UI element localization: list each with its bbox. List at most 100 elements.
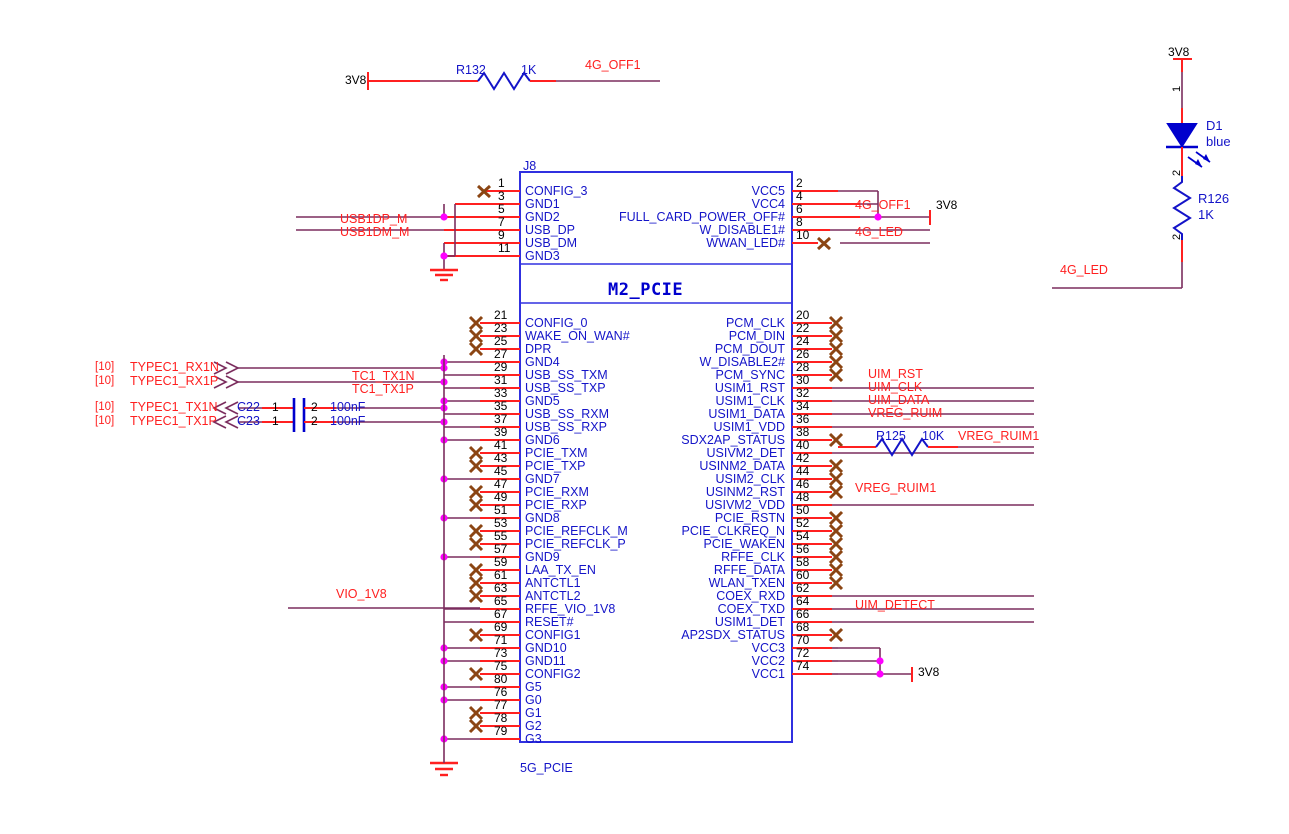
pin-name-g2: G2 [525, 719, 542, 733]
pin-number-56: 56 [796, 542, 810, 556]
pin-number-64: 64 [796, 594, 810, 608]
diode-pin1-number: 1 [1171, 85, 1183, 92]
pin-name-pcm-sync: PCM_SYNC [715, 368, 785, 382]
pin-name-wlan-txen: WLAN_TXEN [708, 576, 785, 590]
cap-value-c22: 100nF [330, 400, 366, 414]
pin-name-usivm2-vdd: USIVM2_VDD [705, 498, 785, 512]
pin-name-rffe-data: RFFE_DATA [713, 563, 785, 577]
pin-number-47: 47 [494, 477, 508, 491]
pin-number-41: 41 [494, 438, 508, 452]
pin-number-73: 73 [494, 646, 508, 660]
pin-name-full-card-power-off-: FULL_CARD_POWER_OFF# [618, 210, 785, 224]
pin-number-1: 1 [498, 176, 505, 190]
power-label-3v8-top-right: 3V8 [936, 198, 958, 212]
pin-number-34: 34 [796, 399, 810, 413]
pin-name-rffe-clk: RFFE_CLK [721, 550, 785, 564]
net-label-typec1_tx1n: TYPEC1_TX1N [130, 400, 218, 414]
pin-number-52: 52 [796, 516, 810, 530]
pin-name-vcc4: VCC4 [751, 197, 785, 211]
net-label-4g-off1-right: 4G_OFF1 [855, 198, 911, 212]
schematic-sheet: 3V8 R132 1K 4G_OFF1 3V8 1 2 D1 blue R126… [0, 0, 1289, 834]
pin-name-pcm-din: PCM_DIN [728, 329, 785, 343]
net-label-uim-data: UIM_DATA [868, 393, 930, 407]
pin-number-61: 61 [494, 568, 508, 582]
pins-left [440, 315, 520, 743]
diode-pin2-number: 2 [1171, 169, 1183, 176]
pin-number-27: 27 [494, 347, 508, 361]
power-label-3v8-led: 3V8 [1168, 45, 1190, 59]
pin-number-58: 58 [796, 555, 810, 569]
pin-number-67: 67 [494, 607, 508, 621]
pin-name-pcie-waken: PCIE_WAKEN [703, 537, 785, 551]
pin-number-20: 20 [796, 308, 810, 322]
net-label-vio-1v8: VIO_1V8 [336, 587, 387, 601]
pin-number-75: 75 [494, 659, 508, 673]
pin-name-sdx2ap-status: SDX2AP_STATUS [681, 433, 785, 447]
circuit-r132 [367, 71, 660, 91]
cap-pin2-c23: 2 [311, 414, 318, 428]
pin-name-usim1-clk: USIM1_CLK [715, 394, 785, 408]
pin-number-39: 39 [494, 425, 508, 439]
pin-number-68: 68 [796, 620, 810, 634]
pin-number-65: 65 [494, 594, 508, 608]
pin-number-25: 25 [494, 334, 508, 348]
pin-number-59: 59 [494, 555, 508, 569]
pin-number-6: 6 [796, 202, 803, 216]
pin-number-40: 40 [796, 438, 810, 452]
net-label-vreg-ruim1-b: VREG_RUIM1 [855, 481, 937, 495]
pin-number-32: 32 [796, 386, 810, 400]
pin-name-usivm2-det: USIVM2_DET [706, 446, 786, 460]
pin-number-43: 43 [494, 451, 508, 465]
net-label-4g-off1-top: 4G_OFF1 [585, 58, 641, 72]
pin-name-usim1-vdd: USIM1_VDD [713, 420, 785, 434]
pin-number-9: 9 [498, 228, 505, 242]
ground-bus-left [430, 355, 458, 777]
pin-name-pcie-rstn: PCIE_RSTN [714, 511, 785, 525]
pin-number-10: 10 [796, 228, 810, 242]
pin-name-usim1-rst: USIM1_RST [714, 381, 785, 395]
pin-number-46: 46 [796, 477, 810, 491]
net-label-tc1-tx1p: TC1_TX1P [352, 382, 414, 396]
pin-number-50: 50 [796, 503, 810, 517]
pin-name-vcc3: VCC3 [751, 641, 785, 655]
net-label-4g-led-right: 4G_LED [1060, 263, 1108, 277]
diode-ref-d1: D1 [1206, 118, 1223, 133]
pin-name-w-disable1-: W_DISABLE1# [699, 223, 785, 237]
pin-name-usinm2-rst: USINM2_RST [705, 485, 785, 499]
pin-number-11: 11 [498, 241, 511, 255]
pin-number-7: 7 [498, 215, 505, 229]
pin-number-70: 70 [796, 633, 810, 647]
resistor-pin2-number: 2 [1171, 233, 1183, 240]
pin-number-78: 78 [494, 711, 508, 725]
pin-number-28: 28 [796, 360, 810, 374]
pin-number-45: 45 [494, 464, 508, 478]
offsheet-tag-2: [10] [95, 401, 115, 413]
power-label-3v8-bottom: 3V8 [918, 665, 940, 679]
pin-number-38: 38 [796, 425, 810, 439]
pin-name-vcc5: VCC5 [751, 184, 785, 198]
pin-name-coex-txd: COEX_TXD [717, 602, 785, 616]
pin-number-33: 33 [494, 386, 508, 400]
pin-number-80: 80 [494, 672, 508, 686]
pin-number-53: 53 [494, 516, 508, 530]
pin-number-42: 42 [796, 451, 810, 465]
pin-number-24: 24 [796, 334, 810, 348]
pin-name-g5: G5 [525, 680, 542, 694]
pin-number-62: 62 [796, 581, 810, 595]
pin-number-76: 76 [494, 685, 508, 699]
resistor-value-r126: 1K [1198, 207, 1214, 222]
resistor-value-r125: 10K [922, 429, 945, 443]
circuit-d1-r126 [1052, 58, 1211, 289]
pin-number-51: 51 [494, 503, 508, 517]
resistor-ref-r132: R132 [456, 63, 486, 77]
pin-number-35: 35 [494, 399, 508, 413]
pin-number-3: 3 [498, 189, 505, 203]
pin-name-pcm-clk: PCM_CLK [725, 316, 785, 330]
resistor-ref-r126: R126 [1198, 191, 1230, 206]
cap-pin2-c22: 2 [311, 400, 318, 414]
pin-name-vcc1: VCC1 [751, 667, 785, 681]
pin-number-55: 55 [494, 529, 508, 543]
pin-number-31: 31 [494, 373, 508, 387]
pin-number-30: 30 [796, 373, 810, 387]
pin-name-usim1-det: USIM1_DET [714, 615, 785, 629]
